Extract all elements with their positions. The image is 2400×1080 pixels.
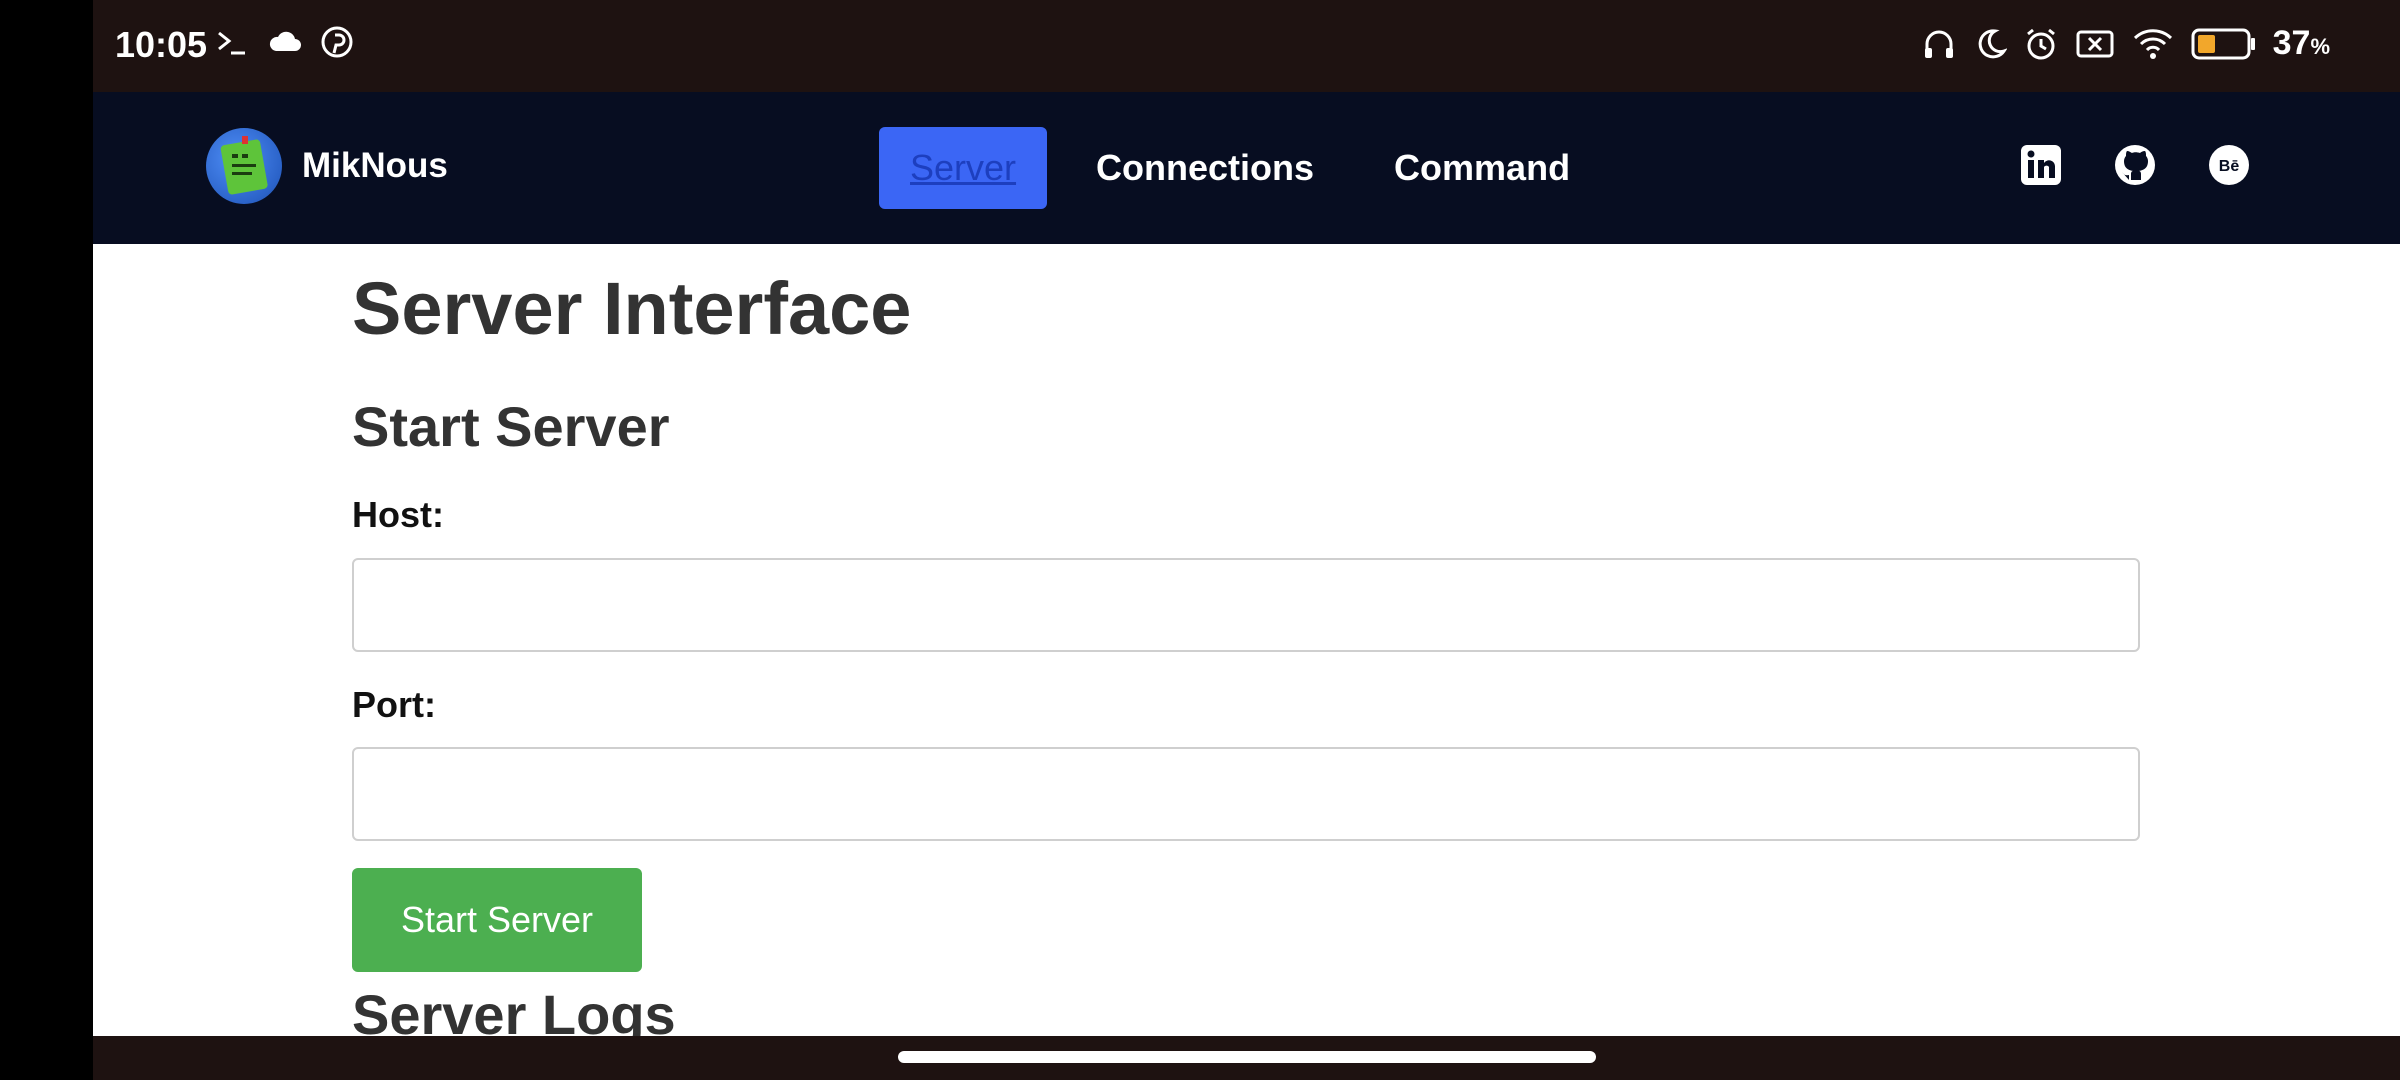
nav-link-server[interactable]: Server — [879, 127, 1048, 209]
port-label: Port: — [352, 684, 436, 725]
pinterest-icon — [321, 26, 353, 58]
brand[interactable]: MikNous — [206, 128, 448, 204]
github-icon[interactable] — [2114, 144, 2156, 186]
no-sim-icon — [2076, 30, 2114, 57]
nav-link-connections[interactable]: Connections — [1065, 127, 1345, 209]
battery-icon — [2191, 28, 2255, 59]
start-server-button[interactable]: Start Server — [352, 868, 642, 972]
wifi-icon — [2133, 28, 2172, 59]
terminal-icon — [218, 31, 245, 55]
screen: 10:05 37% MikNous Server Connections Com… — [0, 0, 2400, 1080]
moon-icon — [1978, 28, 2007, 58]
svg-text:Bē: Bē — [2219, 158, 2240, 175]
brand-name: MikNous — [302, 146, 448, 185]
port-input[interactable] — [352, 747, 2140, 841]
start-server-heading: Start Server — [352, 395, 670, 458]
cloud-icon — [269, 31, 301, 51]
home-indicator[interactable] — [898, 1051, 1596, 1063]
nav-link-command[interactable]: Command — [1363, 127, 1601, 209]
social-links: Bē — [2020, 144, 2250, 186]
battery-level: 37% — [2272, 24, 2330, 62]
status-time: 10:05 — [115, 24, 208, 65]
status-right-icons: 37% — [1921, 24, 2330, 63]
server-logs-heading: Server Logs — [352, 983, 676, 1036]
host-input[interactable] — [352, 558, 2140, 652]
robot-icon — [220, 136, 268, 195]
page-title: Server Interface — [352, 267, 912, 350]
gesture-bar — [93, 1036, 2400, 1080]
navbar: MikNous Server Connections Command Bē — [93, 92, 2400, 244]
alarm-icon — [2026, 28, 2055, 59]
nav-links: Server Connections Command — [879, 127, 1619, 209]
main-content: Server Interface Start Server Host: Port… — [93, 244, 2400, 1036]
status-bar: 10:05 37% — [93, 0, 2400, 92]
brand-logo — [206, 128, 282, 204]
behance-icon[interactable]: Bē — [2208, 144, 2250, 186]
status-left-icons — [215, 26, 353, 58]
headphones-icon — [1924, 30, 1953, 58]
host-label: Host: — [352, 494, 444, 535]
linkedin-icon[interactable] — [2020, 144, 2062, 186]
